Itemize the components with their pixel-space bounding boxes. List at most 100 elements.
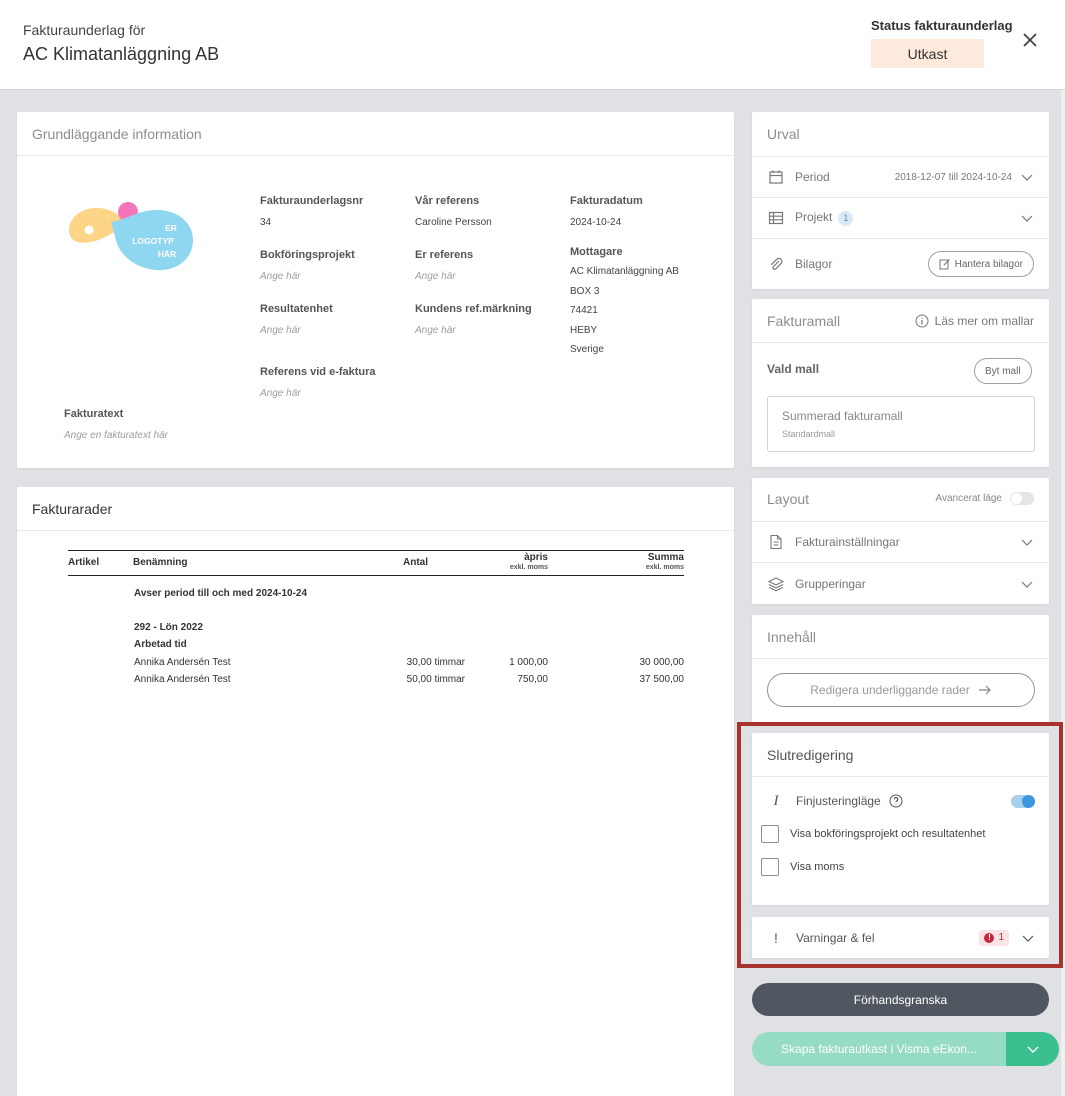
field-input[interactable]: Ange här	[415, 325, 532, 336]
field-input[interactable]: Ange en fakturatext här	[64, 430, 168, 441]
field-label: Referens vid e-faktura	[260, 366, 376, 378]
fakturainstallningar-row[interactable]: Fakturainställningar	[752, 521, 1049, 562]
field-value[interactable]: 2024-10-24	[570, 217, 643, 228]
field-fakturadatum[interactable]: Fakturadatum 2024-10-24	[570, 195, 643, 228]
advanced-toggle[interactable]	[1010, 492, 1034, 505]
preview-button[interactable]: Förhandsgranska	[752, 983, 1049, 1016]
table-row-name: Annika Andersén Test	[134, 657, 231, 668]
hantera-bilagor-button[interactable]: Hantera bilagor	[927, 251, 1034, 277]
layers-icon	[767, 576, 785, 591]
las-mer-link[interactable]: Läs mer om mallar	[915, 314, 1034, 328]
chevron-down-icon[interactable]	[1020, 535, 1034, 549]
document-icon	[770, 534, 782, 550]
logo-text-3: HÄR	[158, 249, 176, 259]
redigera-rader-button[interactable]: Redigera underliggande rader	[767, 673, 1035, 707]
field-label: Fakturatext	[64, 408, 124, 420]
table-header-rule	[68, 575, 684, 576]
table-row-summa: 37 500,00	[639, 674, 685, 685]
scrollbar-track[interactable]	[1061, 90, 1065, 1096]
table-row-summa: 30 000,00	[639, 657, 685, 668]
error-count: 1	[998, 932, 1004, 943]
chevron-down-icon[interactable]	[1020, 577, 1034, 591]
innehall-card: Innehåll Redigera underliggande rader	[752, 615, 1049, 723]
innehall-heading: Innehåll	[752, 615, 1049, 659]
col-summa: Summa	[647, 552, 684, 563]
byt-mall-button[interactable]: Byt mall	[974, 358, 1032, 384]
table-top-rule	[68, 550, 684, 551]
layout-header: Layout Avancerat läge	[752, 478, 1049, 519]
field-input[interactable]: Ange här	[260, 271, 355, 282]
field-input[interactable]: Ange här	[415, 271, 473, 282]
table-row-apris: 1 000,00	[509, 657, 548, 668]
field-fakturaunderlagsnr: Fakturaunderlagsnr 34	[260, 195, 363, 228]
col-antal: Antal	[403, 557, 428, 568]
field-input[interactable]: Ange här	[260, 325, 333, 336]
field-var-referens[interactable]: Vår referens Caroline Persson	[415, 195, 492, 228]
selected-template-box[interactable]: Summerad fakturamall Standardmall	[767, 396, 1035, 452]
advanced-mode[interactable]: Avancerat läge	[935, 492, 1034, 505]
template-type: Standardmall	[782, 429, 836, 439]
template-name: Summerad fakturamall	[782, 409, 903, 423]
create-draft-button[interactable]: Skapa fakturautkast i Visma eEkon...	[752, 1032, 1006, 1066]
invoice-rows-heading: Fakturarader	[17, 487, 734, 531]
check-bokforing-checkbox[interactable]	[761, 825, 779, 843]
projekt-row[interactable]: Projekt 1	[752, 197, 1049, 238]
error-count-badge: ! 1	[979, 929, 1009, 946]
finjustering-row[interactable]: I Finjusteringläge	[767, 789, 1035, 813]
varningar-card[interactable]: ! Varningar & fel ! 1	[752, 917, 1049, 958]
fakturamall-header: Fakturamall Läs mer om mallar	[752, 299, 1049, 343]
error-icon: !	[984, 932, 995, 943]
group-title: 292 - Lön 2022	[134, 622, 203, 633]
field-label: Er referens	[415, 249, 474, 261]
projekt-label: Projekt	[795, 210, 833, 225]
urval-heading: Urval	[767, 126, 800, 142]
check-moms-checkbox[interactable]	[761, 858, 779, 876]
table-row-apris: 750,00	[517, 674, 548, 685]
text-cursor-icon: I	[773, 792, 779, 809]
check-bokforing-row[interactable]: Visa bokföringsprojekt och resultatenhet	[761, 825, 985, 843]
close-icon[interactable]	[1020, 30, 1040, 50]
field-er-referens[interactable]: Er referens Ange här	[415, 249, 473, 282]
field-label: Kundens ref.märkning	[415, 303, 532, 315]
fakturamall-heading: Fakturamall	[767, 312, 841, 329]
arrow-right-icon	[978, 685, 991, 695]
field-kundens-ref[interactable]: Kundens ref.märkning Ange här	[415, 303, 532, 336]
address-line: Sverige	[570, 344, 604, 355]
exclamation-icon: !	[774, 929, 778, 946]
help-icon[interactable]	[889, 794, 903, 808]
edit-icon	[939, 259, 950, 270]
field-referens-efaktura[interactable]: Referens vid e-faktura Ange här	[260, 366, 376, 399]
projekt-label-wrap: Projekt 1	[795, 210, 1020, 226]
field-value[interactable]: Caroline Persson	[415, 217, 492, 228]
table-row-antal: 30,00 timmar	[406, 657, 465, 668]
col-benamning: Benämning	[133, 557, 188, 568]
bilagor-label: Bilagor	[795, 257, 833, 271]
bilagor-row: Bilagor Hantera bilagor	[752, 238, 1049, 289]
layout-card: Layout Avancerat läge Fakturainställning…	[752, 478, 1049, 604]
chevron-down-icon[interactable]	[1020, 211, 1034, 225]
table-row-antal: 50,00 timmar	[406, 674, 465, 685]
col-summa-sub: exkl. moms	[645, 564, 684, 571]
create-draft-dropdown[interactable]	[1006, 1032, 1059, 1066]
chevron-down-icon	[1027, 1046, 1038, 1053]
field-input[interactable]: Ange här	[260, 388, 376, 399]
period-row[interactable]: Period 2018-12-07 till 2024-10-24	[752, 156, 1049, 197]
calendar-icon	[769, 170, 783, 184]
table-icon	[768, 211, 784, 225]
chevron-down-icon[interactable]	[1020, 170, 1034, 184]
field-label: Fakturaunderlagsnr	[260, 195, 364, 207]
finjustering-toggle[interactable]	[1011, 794, 1035, 808]
chevron-down-icon[interactable]	[1021, 931, 1035, 945]
col-artikel: Artikel	[68, 557, 100, 568]
table-row-name: Annika Andersén Test	[134, 674, 231, 685]
grupperingar-row[interactable]: Grupperingar	[752, 562, 1049, 604]
check-moms-row[interactable]: Visa moms	[761, 858, 844, 876]
field-mottagare: Mottagare AC Klimatanläggning AB BOX 3 7…	[570, 246, 679, 360]
field-resultatenhet[interactable]: Resultatenhet Ange här	[260, 303, 333, 336]
field-fakturatext[interactable]: Fakturatext Ange en fakturatext här	[64, 408, 168, 441]
field-bokforingsprojekt[interactable]: Bokföringsprojekt Ange här	[260, 249, 355, 282]
logo-text-1: ER	[165, 223, 177, 233]
field-value: 34	[260, 217, 272, 228]
finjustering-label: Finjusteringläge	[796, 794, 881, 808]
varningar-row[interactable]: ! Varningar & fel ! 1	[767, 917, 1035, 958]
